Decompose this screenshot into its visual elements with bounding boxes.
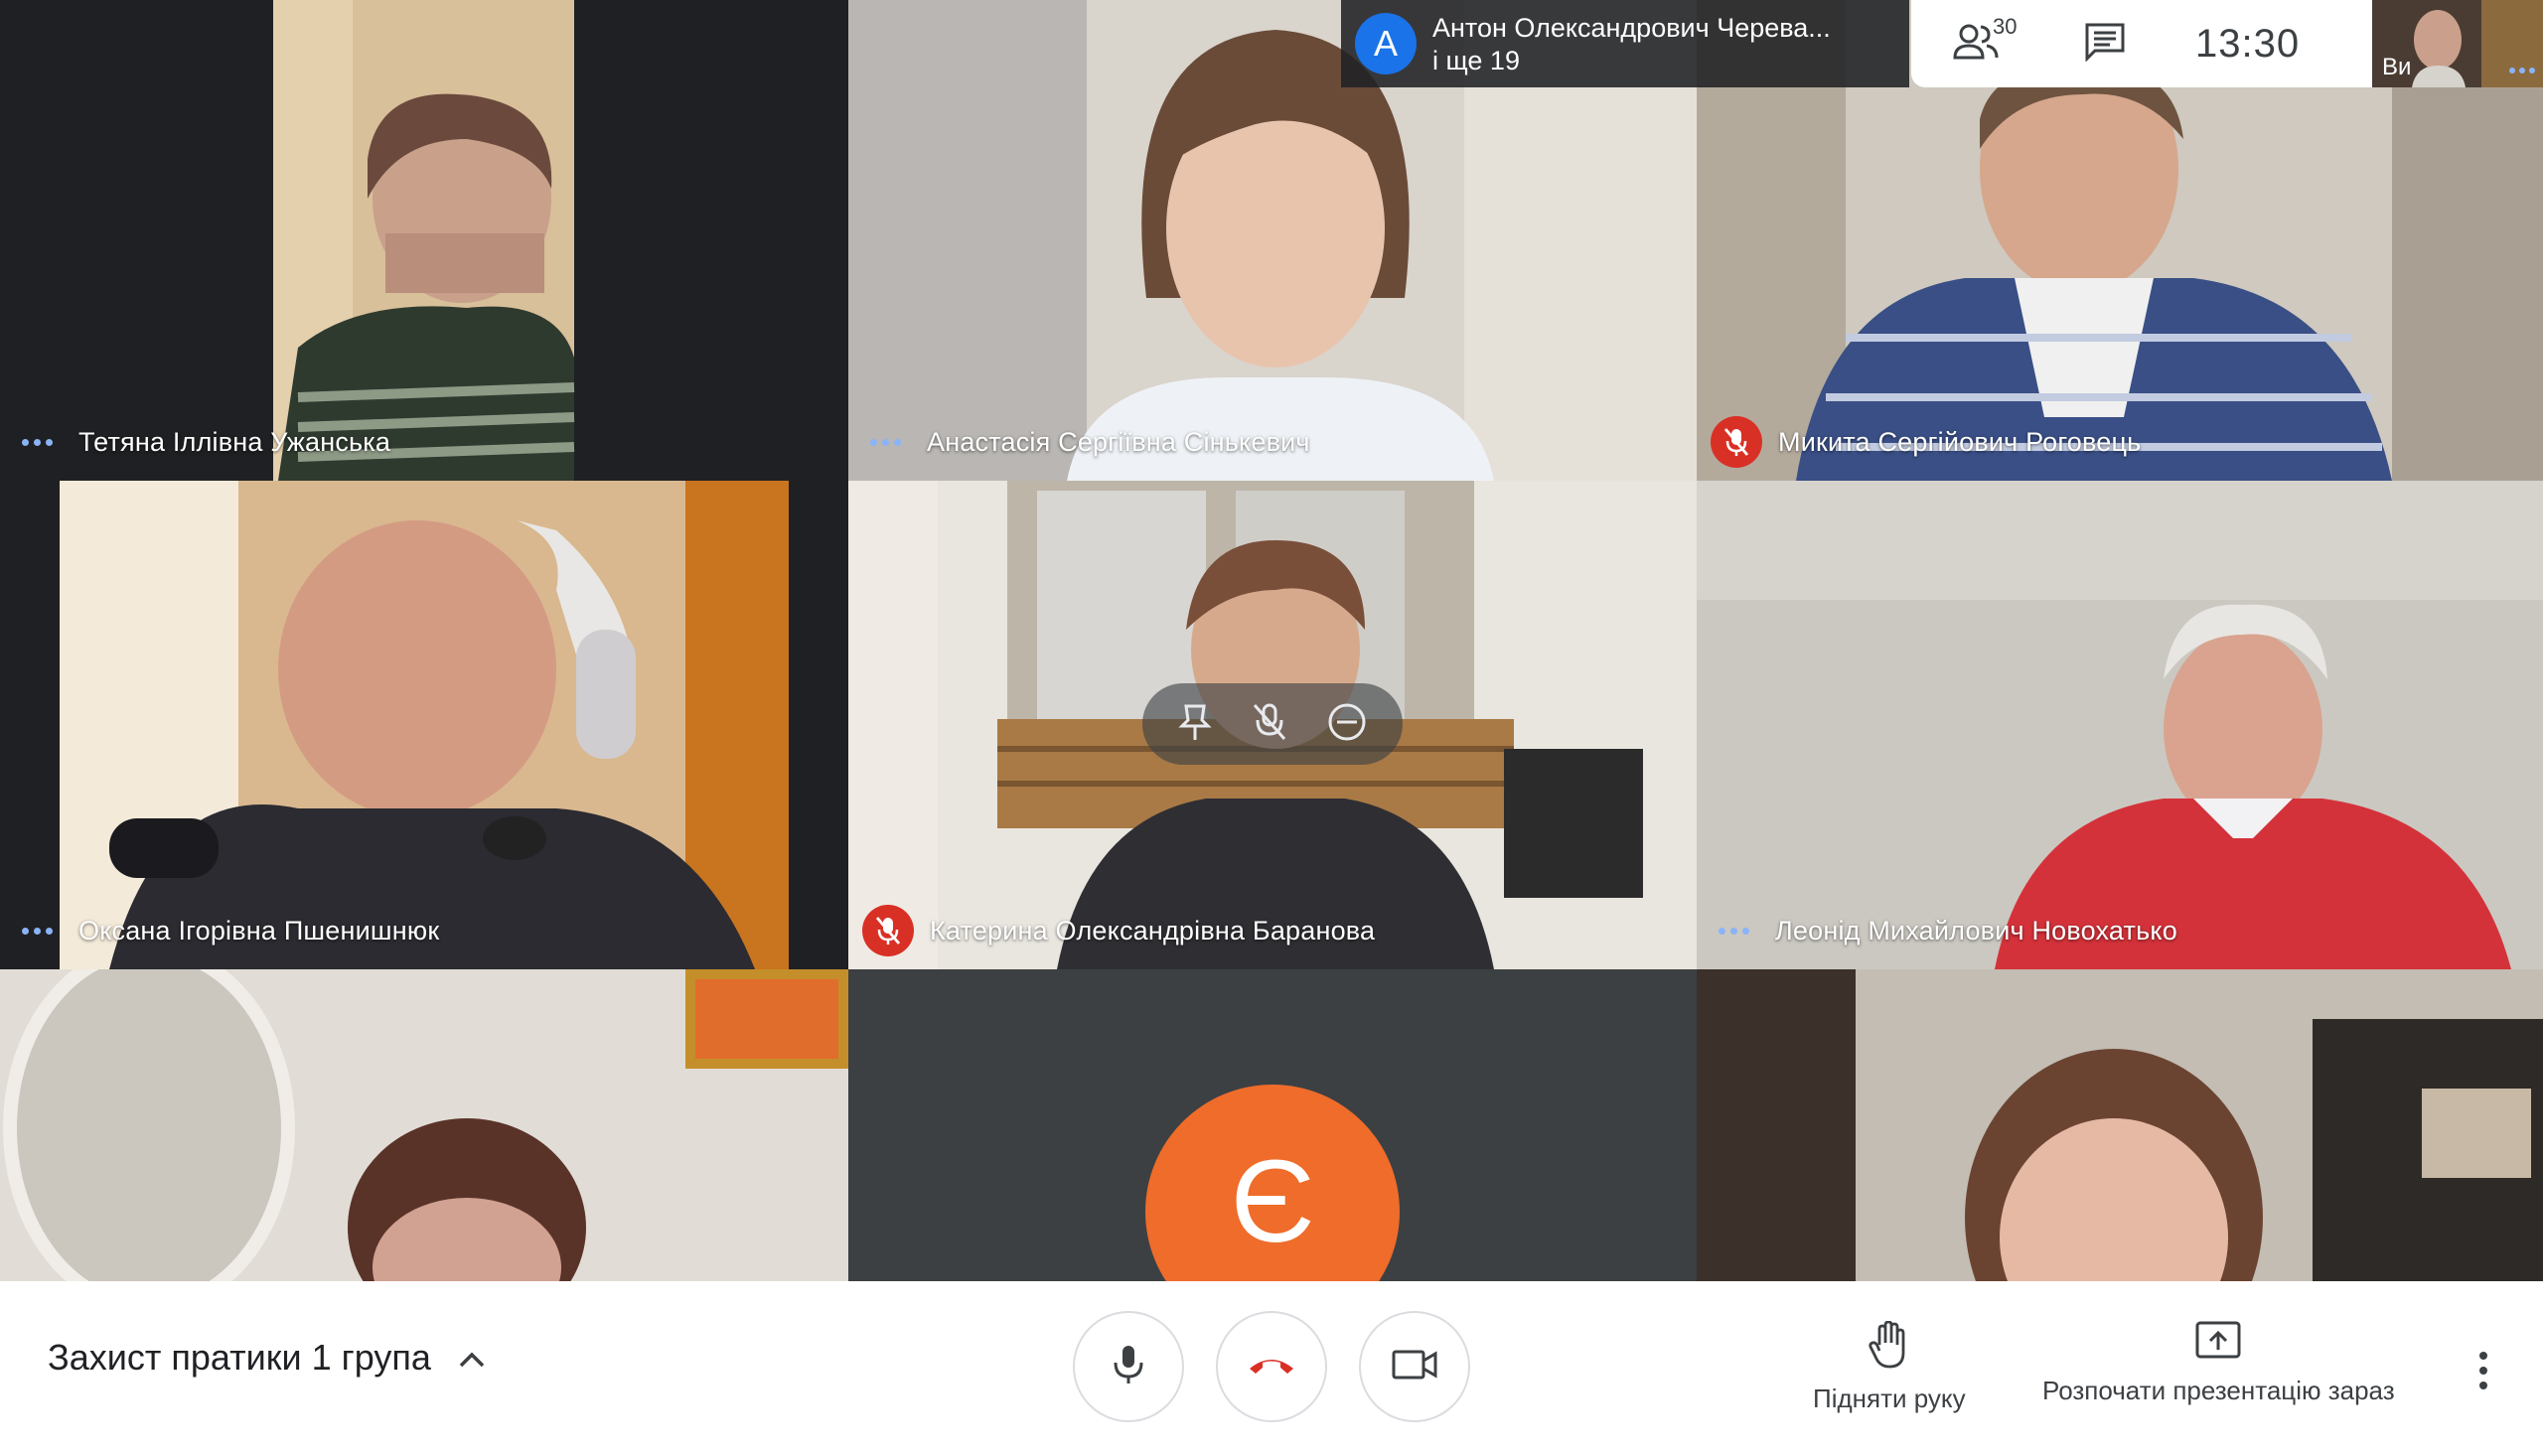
tile-name-bar: Анастасія Сергіївна Сінькевич [848,403,1697,481]
participant-name: Оксана Ігорівна Пшенишнюк [78,915,440,946]
phone-hangup-icon [1247,1353,1296,1382]
more-options-button[interactable] [2454,1331,2513,1410]
meet-window: Тетяна Іллівна Ужанська Анастасія Сергії… [0,0,2543,1456]
tile-name-bar: Оксана Ігорівна Пшенишнюк [0,892,848,969]
audio-activity-icon [22,438,53,446]
mic-muted-icon [862,905,914,956]
more-vert-icon [2479,1352,2487,1360]
participant-avatar: Є [1145,1085,1400,1281]
self-view[interactable]: Ви [2372,0,2543,87]
raise-hand-label: Підняти руку [1813,1383,1966,1413]
video-tile-4[interactable]: Оксана Ігорівна Пшенишнюк [0,481,848,969]
tile-name-bar: Микита Сергійович Роговець [1697,403,2543,481]
hand-icon [1868,1320,1911,1376]
presenter-name: Антон Олександрович Черева... [1432,13,1831,43]
mic-muted-icon [1711,416,1762,468]
chat-button[interactable] [2040,0,2169,87]
presenter-avatar: A [1355,13,1417,74]
participants-button[interactable]: 30 [1911,0,2040,87]
participant-name: Анастасія Сергіївна Сінькевич [927,426,1310,457]
tile-name-bar: Катерина Олександрівна Баранова [848,892,1697,969]
video-tile-7[interactable] [0,969,848,1281]
participant-name: Тетяна Іллівна Ужанська [78,426,391,457]
tile-name-bar: Леонід Михайлович Новохатько [1697,892,2543,969]
end-call-button[interactable] [1216,1311,1327,1422]
microphone-button[interactable] [1073,1311,1184,1422]
remove-icon[interactable] [1327,702,1367,747]
participant-name: Микита Сергійович Роговець [1778,426,2142,457]
audio-activity-icon [2509,68,2535,73]
present-now-button[interactable]: Розпочати презентацію зараз [2042,1321,2395,1406]
pin-icon[interactable] [1178,702,1212,747]
audio-activity-icon [1719,927,1749,935]
tile-name-bar: Тетяна Іллівна Ужанська [0,403,848,481]
microphone-icon [1112,1344,1145,1390]
camera-button[interactable] [1359,1311,1470,1422]
presenter-chip[interactable]: A Антон Олександрович Черева... і ще 19 [1341,0,1909,87]
present-to-all-icon [2195,1321,2241,1368]
avatar-letter: Є [1230,1136,1315,1267]
video-tile-1[interactable]: Тетяна Іллівна Ужанська [0,0,848,481]
participant-name: Катерина Олександрівна Баранова [930,915,1376,946]
presenter-others: і ще 19 [1432,46,1520,75]
video-tile-5[interactable]: Катерина Олександрівна Баранова [848,481,1697,969]
video-tile-8[interactable]: Є [848,969,1697,1281]
audio-activity-icon [22,927,53,935]
participant-name: Леонід Михайлович Новохатько [1775,915,2177,946]
self-label: Ви [2382,54,2412,80]
audio-activity-icon [870,438,901,446]
chat-icon [2084,22,2126,67]
clock: 13:30 [2195,21,2301,66]
tile-hover-controls [1142,683,1403,765]
participants-count: 30 [1993,14,2018,39]
present-now-label: Розпочати презентацію зараз [2042,1376,2395,1405]
chevron-up-icon [457,1337,487,1379]
meeting-details-toggle[interactable]: Захист пратики 1 група [48,1337,487,1379]
raise-hand-button[interactable]: Підняти руку [1813,1320,1966,1414]
camera-icon [1392,1350,1437,1384]
bottom-bar: Захист пратики 1 група Підняти руку Розп… [0,1281,2543,1456]
participant-video [0,969,848,1281]
participant-video [1697,969,2543,1281]
meeting-title: Захист пратики 1 група [48,1337,431,1378]
top-bar: 30 13:30 [1911,0,2372,87]
video-tile-6[interactable]: Леонід Михайлович Новохатько [1697,481,2543,969]
video-tile-9[interactable] [1697,969,2543,1281]
mic-off-icon[interactable] [1252,702,1287,747]
